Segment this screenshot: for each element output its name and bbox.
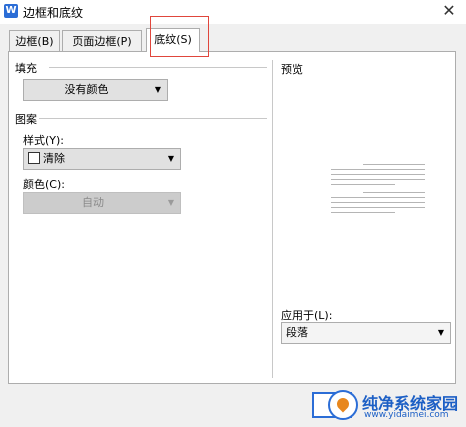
- chevron-down-icon: ▼: [154, 85, 161, 94]
- watermark-url: www.yidaimei.com: [364, 410, 449, 420]
- swatch-icon: [28, 152, 40, 164]
- style-label: 样式(Y):: [23, 132, 65, 148]
- apply-to-label: 应用于(L):: [281, 307, 333, 323]
- dialog-title: 边框和底纹: [23, 6, 84, 20]
- pattern-color-dropdown: 自动 ▼: [23, 192, 181, 214]
- close-button[interactable]: ✕: [440, 1, 458, 21]
- wps-app-icon: W: [4, 4, 18, 18]
- chevron-down-icon: ▼: [437, 328, 444, 337]
- watermark-icon: [328, 390, 358, 420]
- pattern-section-label: 图案: [15, 111, 37, 127]
- titlebar: W 边框和底纹 ✕: [0, 0, 466, 24]
- pattern-style-value: 清除: [24, 149, 162, 169]
- shading-panel: 填充 没有颜色 ▼ 图案 样式(Y): 清除 ▼ 颜色(C): 自动 ▼ 预览 …: [8, 51, 456, 384]
- fill-color-dropdown[interactable]: 没有颜色 ▼: [23, 79, 168, 101]
- preview-area: [327, 162, 427, 222]
- apply-to-dropdown[interactable]: 段落 ▼: [281, 322, 451, 344]
- fill-divider: [49, 67, 267, 68]
- tab-page-borders[interactable]: 页面边框(P): [62, 30, 142, 51]
- preview-label: 预览: [281, 61, 303, 77]
- tab-highlight-box: [150, 16, 209, 57]
- apply-to-value: 段落: [286, 326, 308, 339]
- fill-color-value: 没有颜色: [64, 83, 109, 96]
- pattern-style-dropdown[interactable]: 清除 ▼: [23, 148, 181, 170]
- tab-borders[interactable]: 边框(B): [9, 30, 60, 51]
- vertical-divider: [272, 60, 273, 378]
- chevron-down-icon: ▼: [167, 154, 174, 163]
- chevron-down-icon: ▼: [167, 198, 174, 207]
- fill-section-label: 填充: [15, 60, 37, 76]
- pattern-color-value: 自动: [82, 196, 104, 209]
- pattern-divider: [39, 118, 267, 119]
- watermark-logo: 纯净系统家园 www.yidaimei.com: [328, 388, 464, 424]
- pattern-style-text: 清除: [43, 152, 65, 165]
- color-label: 颜色(C):: [23, 176, 65, 192]
